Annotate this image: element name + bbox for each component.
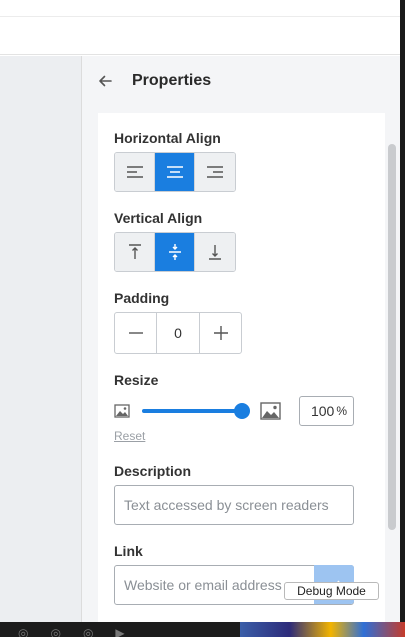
resize-slider-thumb[interactable] [234, 403, 250, 419]
align-top-icon [128, 244, 141, 259]
align-middle-button[interactable] [155, 233, 195, 271]
resize-unit: % [336, 404, 347, 418]
minus-icon [128, 332, 143, 334]
taskbar-icons: ◎◎◎▶ [18, 626, 147, 637]
reset-link[interactable]: Reset [114, 429, 145, 443]
app-top-bar [0, 0, 400, 55]
link-label: Link [114, 543, 143, 559]
resize-label: Resize [114, 372, 159, 388]
debug-mode-badge[interactable]: Debug Mode [284, 582, 379, 600]
panel-scrollbar[interactable] [388, 144, 396, 530]
description-label: Description [114, 463, 192, 479]
resize-value: 100 [310, 403, 335, 419]
arrow-left-icon [99, 75, 112, 87]
description-input[interactable]: Text accessed by screen readers [114, 485, 354, 525]
editor-canvas[interactable] [0, 56, 81, 622]
align-right-icon [207, 166, 223, 178]
align-center-icon [166, 166, 183, 178]
padding-stepper: 0 [114, 312, 242, 354]
align-top-button[interactable] [115, 233, 155, 271]
taskbar-thumbnails [240, 622, 405, 637]
vertical-align-group [114, 232, 236, 272]
resize-percent-input[interactable]: 100% [299, 396, 354, 426]
top-bar-divider [0, 16, 400, 17]
padding-decrement-button[interactable] [115, 313, 156, 353]
resize-slider-track[interactable] [142, 409, 242, 413]
horizontal-align-group [114, 152, 236, 192]
align-bottom-button[interactable] [195, 233, 235, 271]
align-bottom-icon [209, 245, 221, 260]
padding-value[interactable]: 0 [156, 313, 200, 353]
taskbar: ◎◎◎▶ [0, 622, 405, 637]
window-edge [400, 0, 405, 637]
image-large-icon [260, 402, 281, 420]
align-middle-icon [168, 244, 181, 260]
back-button[interactable] [94, 70, 116, 92]
align-left-button[interactable] [115, 153, 155, 191]
panel-header: Properties [82, 56, 400, 108]
panel-content: Horizontal Align Vertical Align Padding … [98, 113, 385, 622]
panel-title: Properties [132, 72, 212, 89]
align-right-button[interactable] [195, 153, 235, 191]
properties-panel: Properties Horizontal Align Vertical Ali… [81, 56, 400, 622]
align-left-icon [126, 166, 143, 178]
plus-icon [213, 326, 228, 340]
image-small-icon [114, 404, 130, 418]
horizontal-align-label: Horizontal Align [114, 130, 221, 146]
align-center-button[interactable] [155, 153, 195, 191]
padding-label: Padding [114, 290, 170, 306]
vertical-align-label: Vertical Align [114, 210, 203, 226]
padding-increment-button[interactable] [200, 313, 241, 353]
